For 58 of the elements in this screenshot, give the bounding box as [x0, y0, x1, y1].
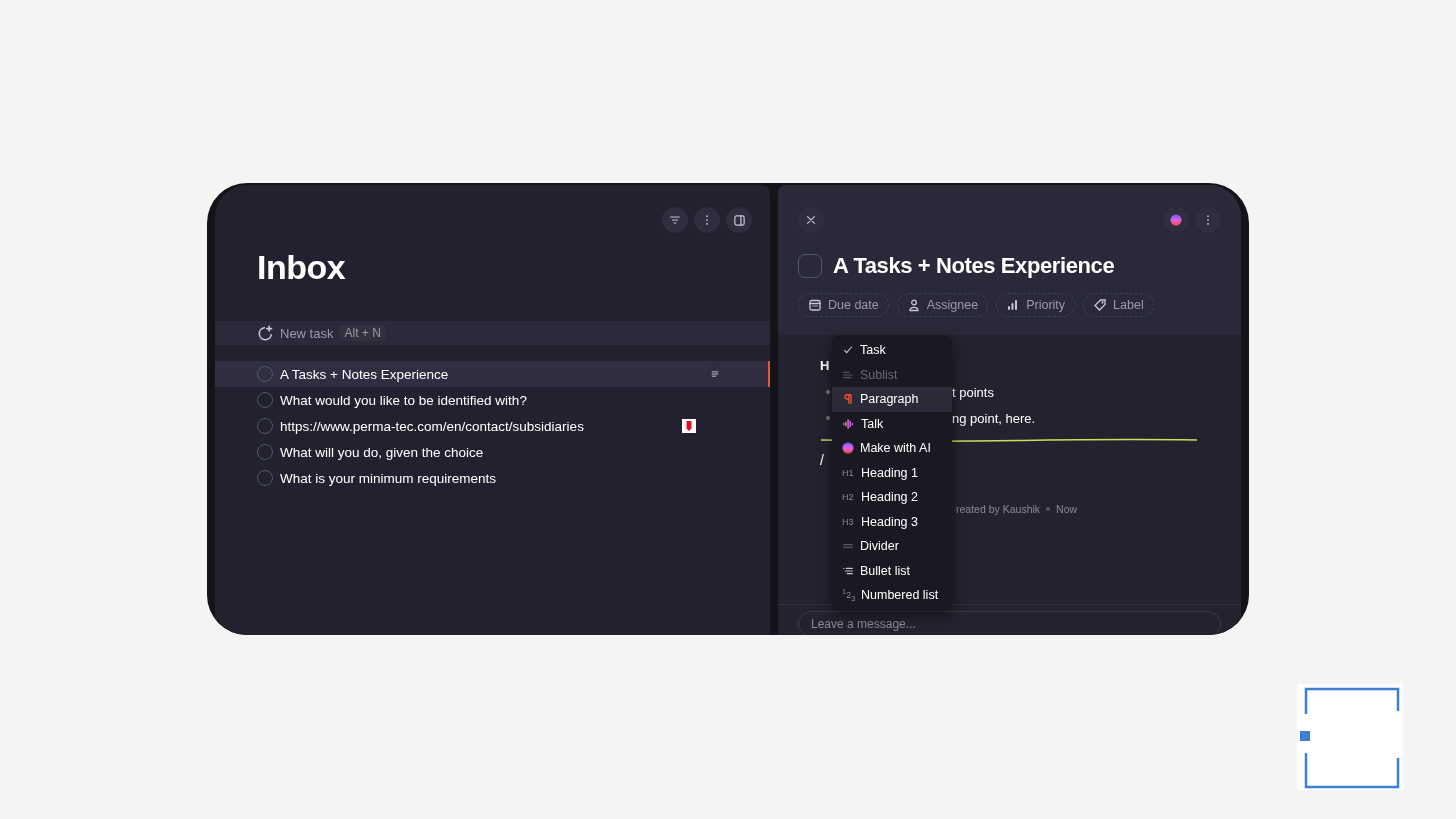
ai-orb-icon	[842, 442, 854, 455]
menu-item[interactable]: Divider	[832, 534, 952, 559]
close-icon	[805, 214, 817, 226]
filter-icon	[669, 214, 681, 226]
menu-item[interactable]: Make with AI	[832, 436, 952, 461]
more-button[interactable]	[694, 207, 720, 233]
menu-item[interactable]: Task	[832, 338, 952, 363]
task-heading: A Tasks + Notes Experience	[833, 253, 1115, 279]
created-by-text: reated by Kaushik	[956, 503, 1041, 515]
bullet-text: ng point, here.	[952, 410, 1036, 426]
menu-item[interactable]: H3 Heading 3	[832, 509, 952, 534]
new-task-placeholder: New task	[280, 325, 334, 341]
bullet-dot	[826, 390, 830, 394]
bullet-dot	[826, 416, 830, 420]
task-title: What would you like to be identified with?	[280, 392, 528, 408]
close-button[interactable]	[798, 207, 824, 233]
panel-icon	[732, 213, 746, 227]
waveform-icon	[842, 417, 855, 430]
tag-icon	[1093, 298, 1108, 312]
ai-orb-icon	[1170, 214, 1182, 226]
heading-level-label: H1	[842, 467, 855, 478]
task-checkbox[interactable]	[798, 254, 822, 278]
page-title: Inbox	[256, 247, 347, 288]
task-row[interactable]: What would you like to be identified with?	[215, 387, 770, 413]
heading-level-label: H3	[842, 516, 855, 527]
menu-item[interactable]: H1 Heading 1	[832, 460, 952, 485]
pilcrow-icon	[842, 393, 854, 406]
person-icon	[906, 298, 921, 312]
heading-level-label: H2	[842, 492, 855, 503]
add-task-icon	[257, 324, 274, 342]
bullet-text: t points	[952, 384, 994, 400]
task-row[interactable]: What is your minimum requirements	[215, 465, 770, 491]
menu-item[interactable]: Bullet list	[832, 558, 952, 583]
numbered-list-label: $^{1}$2$_{3}$	[842, 587, 855, 604]
sidebar-toggle-button[interactable]	[726, 207, 752, 233]
separator-dot	[1046, 507, 1051, 511]
bookmark-favicon-icon	[682, 419, 696, 433]
calendar-icon	[808, 298, 822, 312]
task-row[interactable]: https://www.perma-tec.com/en/contact/subsidiaries	[215, 413, 770, 439]
note-lines-icon	[710, 369, 720, 379]
timestamp: Now	[1056, 503, 1078, 515]
shortcut-hint: Alt + N	[339, 325, 386, 341]
ai-button[interactable]	[1163, 207, 1189, 233]
menu-item[interactable]: Talk	[832, 411, 952, 436]
menu-item[interactable]: H2 Heading 2	[832, 485, 952, 510]
task-row[interactable]: What will you do, given the choice	[215, 439, 770, 465]
filter-button[interactable]	[662, 207, 688, 233]
menu-item[interactable]: Paragraph	[832, 387, 952, 412]
task-title: What is your minimum requirements	[280, 470, 498, 486]
task-title: A Tasks + Notes Experience	[280, 366, 450, 382]
menu-item[interactable]: $^{1}$2$_{3}$ Numbered list	[832, 583, 952, 608]
task-title: What will you do, given the choice	[280, 444, 485, 460]
task-row[interactable]: A Tasks + Notes Experience	[215, 361, 770, 387]
new-task-row[interactable]: New task Alt + N	[215, 321, 770, 345]
corner-logo-icon	[1297, 684, 1403, 790]
slash-command: /	[820, 451, 824, 470]
task-title: https://www.perma-tec.com/en/contact/subsidiaries	[280, 418, 585, 434]
note-heading: H	[820, 357, 830, 375]
